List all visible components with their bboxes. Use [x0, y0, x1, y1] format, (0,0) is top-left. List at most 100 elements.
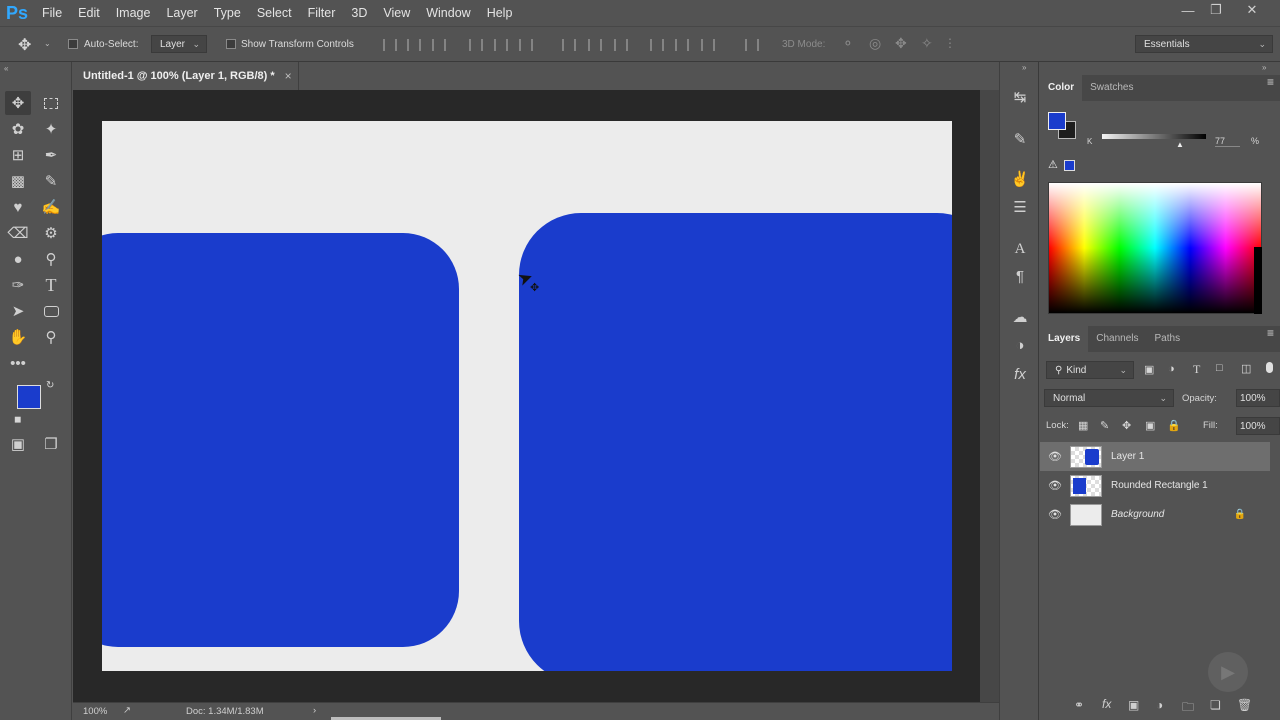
more-tools-icon[interactable]: •••: [5, 351, 31, 375]
filter-pixel-icon[interactable]: ▣: [1144, 363, 1154, 376]
auto-select-checkbox[interactable]: [68, 39, 78, 49]
screen-mode-icon[interactable]: ❐: [38, 432, 64, 456]
adjustments-panel-icon[interactable]: ☰: [1008, 196, 1032, 218]
collapse-dock-icon[interactable]: »: [1262, 63, 1266, 72]
zoom-level[interactable]: 100%: [83, 706, 107, 717]
paint-bucket-tool-icon[interactable]: ⚙: [38, 221, 64, 245]
panel-menu-icon[interactable]: ≡: [1267, 326, 1274, 340]
tab-layers[interactable]: Layers: [1040, 326, 1089, 352]
canvas[interactable]: [102, 121, 952, 671]
properties-panel-icon[interactable]: ✎: [1008, 128, 1032, 150]
rectangle-tool-icon[interactable]: [38, 299, 64, 323]
zoom-tool-icon[interactable]: ⚲: [38, 325, 64, 349]
brush-tool-icon[interactable]: ✎: [38, 169, 64, 193]
status-menu-arrow[interactable]: ›: [313, 705, 316, 716]
tab-paths[interactable]: Paths: [1147, 326, 1189, 352]
tab-channels[interactable]: Channels: [1088, 326, 1146, 352]
new-layer-icon[interactable]: ❏: [1210, 698, 1221, 712]
vertical-scrollbar[interactable]: [980, 90, 999, 702]
menu-select[interactable]: Select: [249, 0, 300, 26]
lock-position-icon[interactable]: ✥: [1122, 419, 1131, 432]
visibility-eye-icon[interactable]: 👁: [1040, 508, 1070, 521]
menu-help[interactable]: Help: [479, 0, 521, 26]
distribute-hcenter-icon[interactable]: [675, 39, 689, 51]
auto-select-dropdown[interactable]: Layer ⌄: [151, 35, 207, 53]
path-selection-tool-icon[interactable]: ➤: [5, 299, 31, 323]
k-value[interactable]: 77: [1215, 136, 1240, 147]
layer-name[interactable]: Background: [1111, 509, 1164, 520]
add-layer-style-icon[interactable]: fx: [1102, 697, 1111, 711]
align-vcenter-icon[interactable]: [407, 39, 421, 51]
menu-edit[interactable]: Edit: [70, 0, 108, 26]
delete-layer-icon[interactable]: 🗑: [1237, 698, 1252, 712]
new-adjustment-layer-icon[interactable]: ◑: [1156, 698, 1163, 712]
k-slider-thumb[interactable]: ▲: [1176, 140, 1184, 149]
restore-icon[interactable]: ❐: [1202, 0, 1230, 20]
eraser-tool-icon[interactable]: ⌫: [5, 221, 31, 245]
spectrum-black-strip[interactable]: [1254, 247, 1262, 314]
tab-color[interactable]: Color: [1040, 75, 1083, 101]
auto-align-icon[interactable]: [745, 39, 759, 51]
filter-smart-object-icon[interactable]: ◫: [1241, 362, 1251, 375]
web-safe-swatch[interactable]: [1064, 160, 1075, 171]
layer-row-background[interactable]: 👁 Background 🔒: [1040, 500, 1270, 529]
collapse-icon[interactable]: «: [4, 64, 8, 73]
filter-toggle[interactable]: [1266, 362, 1273, 373]
swap-colors-icon[interactable]: ↻: [46, 380, 54, 391]
align-hcenter-icon[interactable]: [494, 39, 508, 51]
3d-orbit-icon[interactable]: ⚬: [842, 35, 854, 52]
hand-tool-icon[interactable]: ✋: [5, 325, 31, 349]
visibility-eye-icon[interactable]: 👁: [1040, 450, 1070, 463]
blend-mode-dropdown[interactable]: Normal ⌄: [1044, 389, 1174, 407]
document-tab[interactable]: Untitled-1 @ 100% (Layer 1, RGB/8) * ×: [73, 62, 299, 90]
layer-name[interactable]: Rounded Rectangle 1: [1111, 480, 1208, 491]
rounded-rectangle-shape[interactable]: [102, 233, 459, 647]
lock-all-icon[interactable]: 🔒: [1167, 419, 1181, 432]
align-bottom-icon[interactable]: [432, 39, 446, 51]
menu-window[interactable]: Window: [418, 0, 478, 26]
3d-pan-icon[interactable]: ✥: [895, 35, 907, 52]
chevron-down-icon[interactable]: ⌄: [44, 39, 51, 48]
character-panel-icon[interactable]: A: [1008, 238, 1032, 260]
lock-pixels-icon[interactable]: ✎: [1100, 419, 1109, 432]
panel-menu-icon[interactable]: ≡: [1267, 75, 1274, 89]
new-group-icon[interactable]: 🗀: [1182, 698, 1194, 719]
distribute-bottom-icon[interactable]: [614, 39, 628, 51]
opacity-field[interactable]: 100%: [1236, 389, 1280, 407]
menu-type[interactable]: Type: [206, 0, 249, 26]
menu-view[interactable]: View: [375, 0, 418, 26]
lasso-tool-icon[interactable]: ✿: [5, 117, 31, 141]
filter-type-icon[interactable]: T: [1193, 362, 1200, 377]
dodge-tool-icon[interactable]: ⚲: [38, 247, 64, 271]
brushes-panel-icon[interactable]: ✌: [1008, 168, 1032, 190]
clone-stamp-tool-icon[interactable]: ♥: [5, 195, 31, 219]
eyedropper-tool-icon[interactable]: ✒: [38, 143, 64, 167]
distribute-right-icon[interactable]: [701, 39, 715, 51]
lock-artboard-icon[interactable]: ▣: [1145, 419, 1155, 432]
link-layers-icon[interactable]: ⚭: [1074, 698, 1084, 712]
3d-scale-icon[interactable]: ⋮: [944, 36, 956, 50]
layer-name[interactable]: Layer 1: [1111, 451, 1144, 462]
visibility-eye-icon[interactable]: 👁: [1040, 479, 1070, 492]
panel-foreground-swatch[interactable]: [1048, 112, 1066, 130]
show-transform-checkbox[interactable]: [226, 39, 236, 49]
marquee-tool-icon[interactable]: [38, 91, 64, 115]
distribute-top-icon[interactable]: [562, 39, 576, 51]
menu-file[interactable]: File: [34, 0, 70, 26]
close-tab-icon[interactable]: ×: [285, 69, 292, 83]
history-brush-tool-icon[interactable]: ✍: [38, 195, 64, 219]
export-icon[interactable]: ↗: [123, 705, 131, 716]
crop-tool-icon[interactable]: ⊞: [5, 143, 31, 167]
filter-kind-dropdown[interactable]: ⚲ Kind ⌄: [1046, 361, 1134, 379]
color-spectrum[interactable]: [1048, 182, 1262, 314]
align-top-icon[interactable]: [383, 39, 397, 51]
k-slider-track[interactable]: [1102, 134, 1206, 139]
menu-filter[interactable]: Filter: [300, 0, 344, 26]
libraries-panel-icon[interactable]: ☁: [1008, 306, 1032, 328]
layer-row-rounded-rectangle-1[interactable]: 👁 Rounded Rectangle 1: [1040, 471, 1270, 500]
move-tool-preset-icon[interactable]: ✥: [18, 35, 31, 55]
history-panel-icon[interactable]: ↹: [1008, 86, 1032, 108]
quick-mask-icon[interactable]: ▣: [5, 432, 31, 456]
blur-tool-icon[interactable]: ●: [5, 247, 31, 271]
layer-row-layer-1[interactable]: 👁 Layer 1: [1040, 442, 1270, 471]
